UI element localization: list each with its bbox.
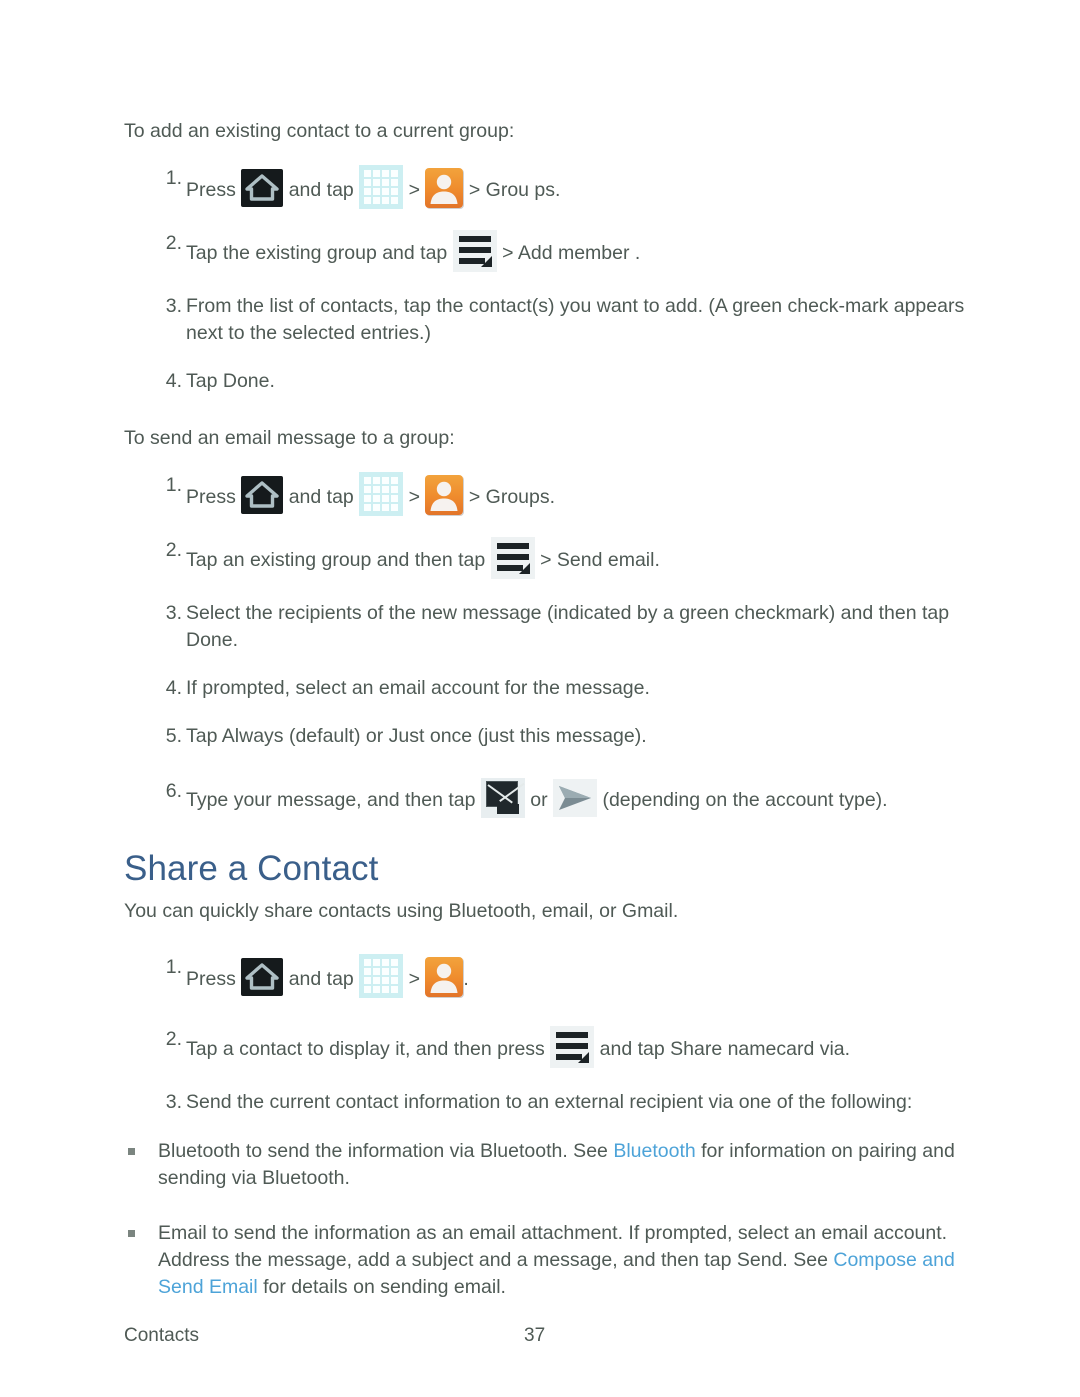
- step-text-part: Groups.: [485, 486, 556, 508]
- step-text: Press and tap > > Gr: [186, 472, 980, 516]
- separator-chevron: >: [408, 968, 420, 990]
- separator-chevron: >: [540, 549, 552, 571]
- section-intro-send-email: To send an email message to a group:: [124, 427, 455, 449]
- step-text-part: Add member .: [517, 242, 641, 264]
- steps-list-add-existing-contact: 1. Press and tap > > Grou ps. 2. Tap the…: [124, 165, 980, 395]
- separator-chevron: >: [408, 179, 420, 201]
- section-intro-add-contact: To add an existing contact to a current …: [124, 120, 515, 142]
- step-text: Send the current contact information to …: [186, 1091, 913, 1113]
- home-icon: [241, 476, 284, 514]
- separator-chevron: >: [502, 242, 514, 264]
- step-text-part: and tap: [288, 968, 354, 990]
- home-icon: [241, 169, 284, 207]
- step-text-part: and tap Share namecard via.: [599, 1038, 851, 1060]
- step-number: 2.: [165, 539, 182, 561]
- list-item: 3. Select the recipients of the new mess…: [124, 600, 980, 654]
- step-text: Tap Always (default) or Just once (just …: [186, 725, 647, 747]
- step-text-part: Press: [186, 179, 236, 201]
- list-item: 1. Press and tap >: [124, 165, 980, 209]
- steps-list-send-email-group: 1. Press and tap > > Groups. 2. Tap an e…: [124, 472, 980, 818]
- step-text: Tap the existing group and tap > Add mem…: [186, 230, 980, 272]
- list-item: Bluetooth to send the information via Bl…: [124, 1138, 980, 1192]
- step-number: 6.: [165, 780, 182, 802]
- step-number: 1.: [165, 956, 182, 978]
- bullet-square-icon: [128, 1230, 135, 1237]
- bullet-square-icon: [128, 1148, 135, 1155]
- footer-chapter-label: Contacts: [124, 1325, 199, 1346]
- send-arrow-icon: [553, 779, 598, 817]
- step-text: Tap Done.: [186, 370, 275, 392]
- list-item: Email to send the information as an emai…: [124, 1220, 980, 1301]
- step-text: From the list of contacts, tap the conta…: [186, 295, 965, 344]
- step-text-part: and tap: [288, 179, 354, 201]
- step-text-part: Grou ps.: [485, 179, 561, 201]
- bullet-text-part: for details on sending email.: [257, 1276, 506, 1298]
- menu-icon: [550, 1026, 595, 1068]
- step-number: 4.: [165, 370, 182, 392]
- step-text: Press and tap > .: [186, 954, 980, 998]
- send-email-icon: [480, 778, 525, 818]
- step-number: 5.: [165, 725, 182, 747]
- bullet-text-part: Bluetooth to send the information via Bl…: [158, 1140, 614, 1162]
- list-item: 1. Press and tap > .: [124, 954, 980, 998]
- step-number: 1.: [165, 474, 182, 496]
- contacts-person-icon: [425, 168, 464, 208]
- step-number: 2.: [165, 232, 182, 254]
- apps-grid-icon: [359, 165, 404, 209]
- step-number: 1.: [165, 167, 182, 189]
- share-options-list: Bluetooth to send the information via Bl…: [124, 1138, 980, 1301]
- step-text: Tap an existing group and then tap > Sen…: [186, 537, 980, 579]
- page-title: Share a Contact: [124, 849, 379, 888]
- step-text-part: .: [463, 968, 469, 990]
- step-number: 3.: [165, 295, 182, 317]
- footer-page-number: 37: [524, 1325, 546, 1346]
- step-number: 4.: [165, 677, 182, 699]
- list-item: 4. If prompted, select an email account …: [124, 675, 980, 702]
- list-item: 1. Press and tap >: [124, 472, 980, 516]
- link-bluetooth[interactable]: Bluetooth: [613, 1140, 695, 1162]
- apps-grid-icon: [359, 954, 404, 998]
- separator-chevron: >: [408, 486, 420, 508]
- menu-icon: [452, 230, 497, 272]
- step-text-part: Tap an existing group and then tap: [186, 549, 486, 571]
- list-item: 2. Tap the existing group and tap > Add …: [124, 230, 980, 272]
- step-text-part: Tap the existing group and tap: [186, 242, 448, 264]
- step-number: 2.: [165, 1028, 182, 1050]
- contacts-person-icon: [425, 957, 464, 997]
- list-item: 4. Tap Done.: [124, 368, 980, 395]
- document-page: To add an existing contact to a current …: [0, 0, 1080, 1397]
- step-number: 3.: [165, 602, 182, 624]
- step-text: Press and tap > > Gr: [186, 165, 980, 209]
- separator-chevron: >: [468, 179, 481, 201]
- step-text: Select the recipients of the new message…: [186, 602, 950, 651]
- menu-icon: [490, 537, 535, 579]
- separator-chevron: >: [468, 486, 481, 508]
- step-text-part: Send email.: [556, 549, 660, 571]
- bullet-text-part: Email to send the information as an emai…: [158, 1222, 948, 1271]
- step-text: If prompted, select an email account for…: [186, 677, 650, 699]
- step-text-part: or: [530, 789, 548, 811]
- step-text-part: Press: [186, 486, 236, 508]
- share-section-intro: You can quickly share contacts using Blu…: [124, 900, 679, 922]
- steps-list-share-contact: 1. Press and tap > . 2. Tap a contact to…: [124, 954, 980, 1116]
- step-text-part: Type your message, and then tap: [186, 789, 476, 811]
- apps-grid-icon: [359, 472, 404, 516]
- list-item: 3. From the list of contacts, tap the co…: [124, 293, 980, 347]
- home-icon: [241, 958, 284, 996]
- list-item: 3. Send the current contact information …: [124, 1089, 980, 1116]
- step-text-part: Press: [186, 968, 236, 990]
- step-text-part: Tap a contact to display it, and then pr…: [186, 1038, 545, 1060]
- step-number: 3.: [165, 1091, 182, 1113]
- list-item: 5. Tap Always (default) or Just once (ju…: [124, 723, 980, 750]
- list-item: 2. Tap a contact to display it, and then…: [124, 1026, 980, 1068]
- contacts-person-icon: [425, 475, 464, 515]
- step-text: Type your message, and then tap or (depe…: [186, 778, 980, 818]
- list-item: 2. Tap an existing group and then tap > …: [124, 537, 980, 579]
- step-text: Tap a contact to display it, and then pr…: [186, 1026, 980, 1068]
- list-item: 6. Type your message, and then tap or (d…: [124, 778, 980, 818]
- step-text-part: and tap: [288, 486, 354, 508]
- step-text-part: (depending on the account type).: [602, 789, 888, 811]
